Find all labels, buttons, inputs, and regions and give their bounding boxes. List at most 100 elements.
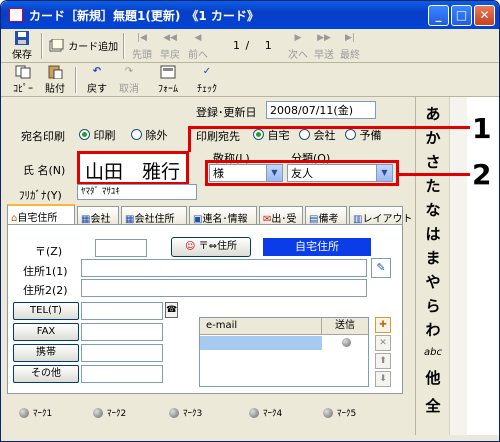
category-select[interactable]: 友人 ▼ [287,164,393,182]
address-edit-button[interactable]: ✎ [371,258,391,278]
paste-icon [48,65,63,79]
copy-button[interactable]: ｺﾋﾟｰ [9,65,37,95]
title-bar[interactable]: カード［新規］無題1(更新) 《1 カード》 _ □ ✕ [1,1,499,29]
pen-icon: ✎ [376,261,386,274]
fax-button[interactable]: FAX [13,323,79,341]
prev-icon: ◀ [194,33,202,43]
last-button[interactable]: ▶| 最終 [337,31,363,61]
radio-icon [131,129,142,140]
kana-index-ma[interactable]: ま [416,247,450,268]
callout-2-number: 2 [472,158,492,191]
radio-icon [253,129,264,140]
mark-label: ﾏｰｸ5 [337,409,357,419]
dest-home-radio[interactable]: 自宅 [253,127,290,143]
other-button[interactable]: その他 [13,365,79,383]
dest-backup-radio[interactable]: 予備 [345,127,382,143]
mobile-field[interactable] [81,344,163,362]
name-field[interactable]: 山田 雅行 [77,151,189,185]
prev-button[interactable]: ◀ 前へ [185,31,211,61]
card-scrollbar[interactable] [449,97,467,435]
print-off-radio[interactable]: 除外 [131,127,168,143]
mark-4[interactable]: ﾏｰｸ4 [249,406,282,419]
send-toggle-icon[interactable] [342,338,351,347]
zip-address-swap-button[interactable]: ☺ 〒⇔住所 [171,237,251,257]
callout-1-line [188,126,191,152]
email-move-down-button[interactable]: ⬇ [375,371,391,387]
other-field[interactable] [81,365,163,383]
mark-3[interactable]: ﾏｰｸ3 [169,406,202,419]
tab-send-receive[interactable]: ✉出･受 [259,206,303,225]
kana-index-ya[interactable]: や [416,271,450,292]
kana-index-ta[interactable]: た [416,175,450,196]
person-icon: ☺ [184,241,196,252]
kana-index-sa[interactable]: さ [416,151,450,172]
addr2-field[interactable] [81,279,367,297]
mobile-button[interactable]: 携帯 [13,344,79,362]
chevron-down-icon: ▼ [266,165,282,181]
form-button[interactable]: ﾌｫｰﾑ [151,65,185,95]
swap-label: 〒⇔住所 [198,241,237,252]
mark-dot-icon [169,408,179,418]
email-column-header[interactable]: e-mail [200,318,322,335]
edit-toolbar: ｺﾋﾟｰ 貼付 ↶ 戻す ↷ 取消 ﾌｫｰﾑ ✓ ﾁｪｯｸ [1,63,499,97]
fax-field[interactable] [81,323,163,341]
tab-layout[interactable]: ▥レイアウト [349,206,412,225]
email-table[interactable]: e-mail 送信 [199,317,369,387]
kana-index-abc[interactable]: abc [416,347,450,358]
email-add-button[interactable]: ✚ [375,317,391,333]
print-on-radio[interactable]: 印刷 [79,127,116,143]
name-value: 山田 雅行 [85,161,181,183]
tab-joint-info[interactable]: ▣連名･情報 [189,206,257,225]
send-column-header[interactable]: 送信 [322,318,368,335]
minimize-button[interactable]: _ [428,5,449,26]
addr1-field[interactable] [81,259,367,277]
first-button[interactable]: |◀ 先頭 [129,31,155,61]
kana-index-all[interactable]: 全 [416,395,450,416]
kana-index-ra[interactable]: ら [416,295,450,316]
tel-button[interactable]: TEL(T) [13,302,79,320]
addr2-label: 住所2(2) [23,284,68,297]
paste-button[interactable]: 貼付 [41,65,69,95]
mark-1[interactable]: ﾏｰｸ1 [19,406,52,419]
save-button[interactable]: 保存 [7,31,37,61]
kana-index-na[interactable]: な [416,199,450,220]
phone-list-button[interactable]: ☎ [165,302,178,318]
email-move-up-button[interactable]: ⬆ [375,353,391,369]
zip-field[interactable] [95,239,147,257]
reg-date-field[interactable]: 2008/07/11(金) [266,101,376,119]
check-button[interactable]: ✓ ﾁｪｯｸ [191,65,223,95]
kana-index-a[interactable]: あ [416,103,450,124]
mark-dot-icon [323,408,333,418]
card-window: カード［新規］無題1(更新) 《1 カード》 _ □ ✕ 保存 カード追加 |◀… [0,0,500,442]
tab-notes[interactable]: ▤備考 [305,206,347,225]
cancel-button[interactable]: ↷ 取消 [115,65,143,95]
copy-label: ｺﾋﾟｰ [13,84,33,95]
kana-index-ka[interactable]: か [416,127,450,148]
email-row-selected[interactable] [200,336,322,350]
right-margin [467,97,499,435]
arrow-up-icon: ⬆ [379,356,387,366]
close-button[interactable]: ✕ [474,5,495,26]
undo-button[interactable]: ↶ 戻す [83,65,111,95]
tab-company-address[interactable]: ▦会社住所 [121,206,187,225]
honorific-value: 様 [213,167,224,180]
kana-index-wa[interactable]: わ [416,319,450,340]
next-button[interactable]: ▶ 次へ [285,31,311,61]
fast-back-button[interactable]: ◀◀ 早戻 [157,31,183,61]
fast-forward-button[interactable]: ▶▶ 早送 [311,31,337,61]
kana-index-ha[interactable]: は [416,223,450,244]
honorific-select[interactable]: 様 ▼ [209,164,283,182]
dest-company-radio[interactable]: 会社 [299,127,336,143]
tab-home-address[interactable]: ⌂自宅住所 [7,204,75,225]
mark-2[interactable]: ﾏｰｸ2 [93,406,126,419]
tab-company[interactable]: ▦会社 [77,206,119,225]
furigana-field[interactable]: ﾔﾏﾀﾞ ﾏｻﾕｷ [77,184,197,200]
email-delete-button[interactable]: ✕ [375,335,391,351]
tel-field[interactable] [81,302,163,320]
name-label: 氏 名(N) [23,164,66,177]
kana-index-other[interactable]: 他 [416,367,450,388]
app-icon [9,8,23,22]
first-icon: |◀ [137,33,147,43]
maximize-button[interactable]: □ [451,5,472,26]
mark-5[interactable]: ﾏｰｸ5 [323,406,356,419]
